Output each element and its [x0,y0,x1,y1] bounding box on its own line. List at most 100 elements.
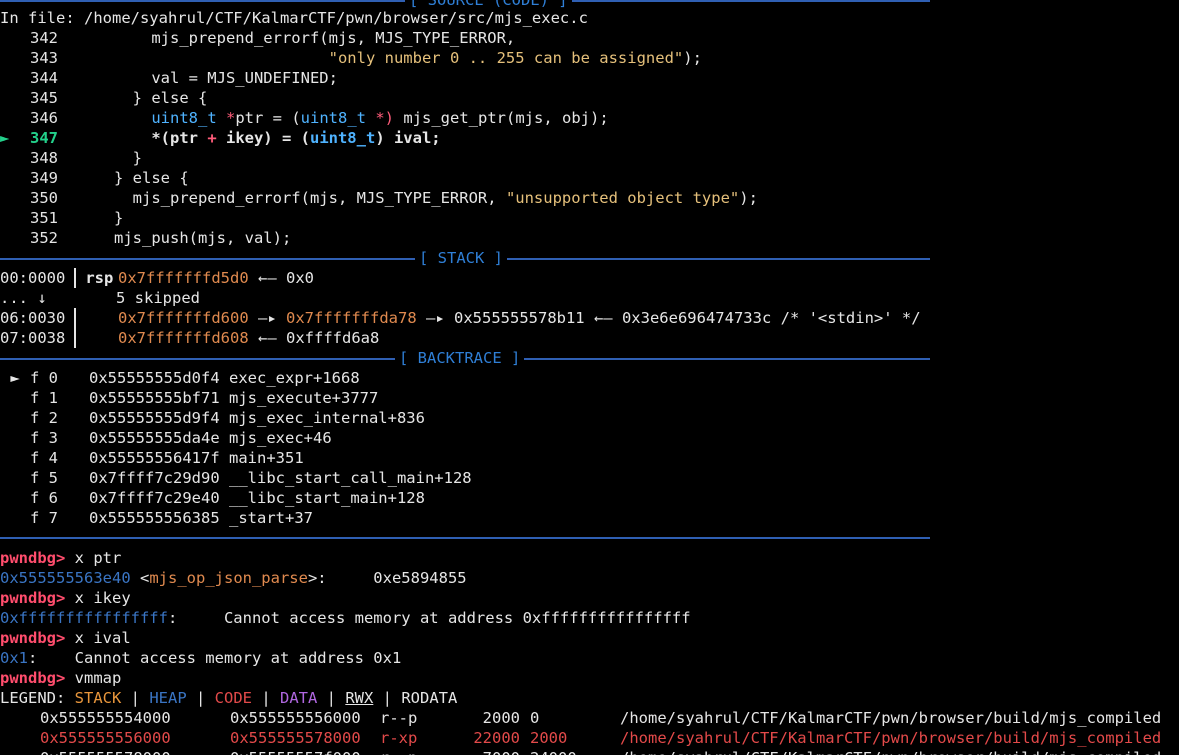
legend-rodata: RODATA [401,689,458,707]
frame-address: 0x55555555da4e [89,429,220,447]
gdb-command-line[interactable]: pwndbg> x ptr [0,548,121,568]
source-line: 343 "only number 0 .. 255 can be assigne… [0,48,702,68]
legend-rwx: RWX [345,689,374,707]
stack-entry: 06:0030 0x7fffffffd600 —▸ 0x7fffffffda78 … [0,308,921,328]
vmmap-size: 7000 [460,748,520,755]
frame-index: f 1 [30,389,58,407]
stack-arrow: —▸ [258,309,286,327]
backtrace-frame[interactable]: f 4 0x55555556417f main+351 [0,448,304,468]
frame-symbol: mjs_execute+3777 [229,389,379,407]
gdb-command-line[interactable]: pwndbg> vmmap [0,668,121,688]
stack-value: 5 skipped [116,289,200,307]
backtrace-frame[interactable]: f 6 0x7ffff7c29e40 __libc_start_main+128 [0,488,425,508]
gdb-output: 0xffffffffffffffff: Cannot access memory… [0,608,691,628]
vmmap-entry: 0x555555554000 0x555555556000 r--p 2000 0/ho… [0,708,1161,728]
stack-divider [74,328,76,348]
backtrace-frame[interactable]: f 3 0x55555555da4e mjs_exec+46 [0,428,332,448]
vmmap-path: /home/syahrul/CTF/KalmarCTF/pwn/browser/… [620,749,1161,755]
vmmap-entry: 0x555555556000 0x555555578000 r-xp 22000 200… [0,728,1161,748]
source-line-number: 352 [30,229,58,247]
output-address: 0x555555563e40 [0,569,131,587]
stack-address: 0x7fffffffd5d0 [118,269,249,287]
gdb-command: x ival [74,629,131,647]
terminal-window[interactable]: [ SOURCE (CODE) ] In file: /home/syahrul… [0,0,1179,755]
vmmap-offset: 0 [530,709,540,727]
vmmap-end: 0x555555578000 [230,729,361,747]
stack-deref: —▸ 0x555555578b11 ←— 0x3e6e696474733c /*… [426,309,921,327]
gdb-command: vmmap [74,669,122,687]
frame-symbol: __libc_start_call_main+128 [229,469,472,487]
output-text: <mjs_op_json_parse>: 0xe5894855 [130,569,467,587]
vmmap-end: 0x55555557f000 [230,748,380,755]
stack-address: 0x7fffffffd608 [118,329,249,347]
source-line-number: 344 [30,69,58,87]
gdb-output: 0x555555563e40 <mjs_op_json_parse>: 0xe5… [0,568,467,588]
backtrace-frame[interactable]: f 7 0x555555556385 _start+37 [0,508,313,528]
source-line-number: 345 [30,89,58,107]
gdb-prompt: pwndbg> [0,549,66,567]
frame-symbol: mjs_exec+46 [229,429,332,447]
gdb-command: x ikey [74,589,131,607]
legend-label: LEGEND: [0,689,66,707]
stack-pointer-target: 0x7fffffffda78 [286,309,417,327]
gdb-command: x ptr [74,549,122,567]
source-line: 345 } else { [0,88,207,108]
source-line-code: "only number 0 .. 255 can be assigned"); [328,49,702,67]
vmmap-start: 0x555555556000 [40,729,171,747]
vmmap-legend: LEGEND: STACK | HEAP | CODE | DATA | RWX… [0,689,458,707]
source-file-path: In file: /home/syahrul/CTF/KalmarCTF/pwn… [0,9,588,27]
vmmap-offset: 2000 [530,729,568,747]
backtrace-frame[interactable]: ► f 0 0x55555555d0f4 exec_expr+1668 [0,368,360,388]
gdb-prompt: pwndbg> [0,629,66,647]
vmmap-path: /home/syahrul/CTF/KalmarCTF/pwn/browser/… [620,729,1162,747]
source-line: 349 } else { [0,168,189,188]
source-line-code: mjs_prepend_errorf(mjs, MJS_TYPE_ERROR, … [58,189,758,207]
frame-index: f 6 [30,489,58,507]
source-line-number: 350 [30,189,58,207]
backtrace-frame[interactable]: f 5 0x7ffff7c29d90 __libc_start_call_main… [0,468,472,488]
vmmap-size: 22000 [473,729,520,747]
frame-symbol: exec_expr+1668 [229,369,360,387]
backtrace-frame[interactable]: f 1 0x55555555bf71 mjs_execute+3777 [0,388,378,408]
source-line-code: } else { [58,169,189,187]
source-line-number: 348 [30,149,58,167]
source-line-number: 349 [30,169,58,187]
source-line-code: val = MJS_UNDEFINED; [58,69,338,87]
context-end-divider [0,537,930,539]
vmmap-perms: r-xp [380,729,418,747]
backtrace-frame[interactable]: f 2 0x55555555d9f4 mjs_exec_internal+836 [0,408,425,428]
frame-address: 0x55555555bf71 [89,389,220,407]
frame-address: 0x555555556385 [89,509,220,527]
stack-value: ←— 0x0 [258,269,314,287]
stack-address: 0x7fffffffd600 [118,309,249,327]
stack-entry: 07:0038 0x7fffffffd608 ←— 0xffffd6a8 [0,328,379,348]
legend-code: CODE [214,689,252,707]
source-line: 344 val = MJS_UNDEFINED; [0,68,338,88]
frame-symbol: mjs_exec_internal+836 [229,409,425,427]
vmmap-offset: 24000 [530,748,620,755]
source-line: 350 mjs_prepend_errorf(mjs, MJS_TYPE_ERR… [0,188,758,208]
source-line-number: 343 [30,49,58,67]
source-line: 352 mjs_push(mjs, val); [0,228,291,248]
frame-address: 0x7ffff7c29e40 [89,489,220,507]
stack-section-header: [ STACK ] [0,248,930,268]
source-line: 351 } [0,208,123,228]
backtrace-section-header: [ BACKTRACE ] [0,348,930,368]
output-address: 0x1 [0,649,28,667]
frame-address: 0x55555556417f [89,449,220,467]
stack-offset: ... ↓ [0,289,47,307]
legend-heap: HEAP [149,689,187,707]
frame-address: 0x55555555d0f4 [89,369,220,387]
stack-value: ←— 0xffffd6a8 [258,329,380,347]
gdb-command-line[interactable]: pwndbg> x ival [0,628,131,648]
frame-index: f 7 [30,509,58,527]
frame-symbol: __libc_start_main+128 [229,489,425,507]
frame-index: f 0 [30,369,58,387]
vmmap-start: 0x555555554000 [40,709,171,727]
vmmap-end: 0x555555556000 [230,709,361,727]
frame-symbol: _start+37 [229,509,313,527]
legend-data: DATA [280,689,318,707]
gdb-command-line[interactable]: pwndbg> x ikey [0,588,131,608]
gdb-prompt: pwndbg> [0,589,66,607]
frame-index: f 3 [30,429,58,447]
